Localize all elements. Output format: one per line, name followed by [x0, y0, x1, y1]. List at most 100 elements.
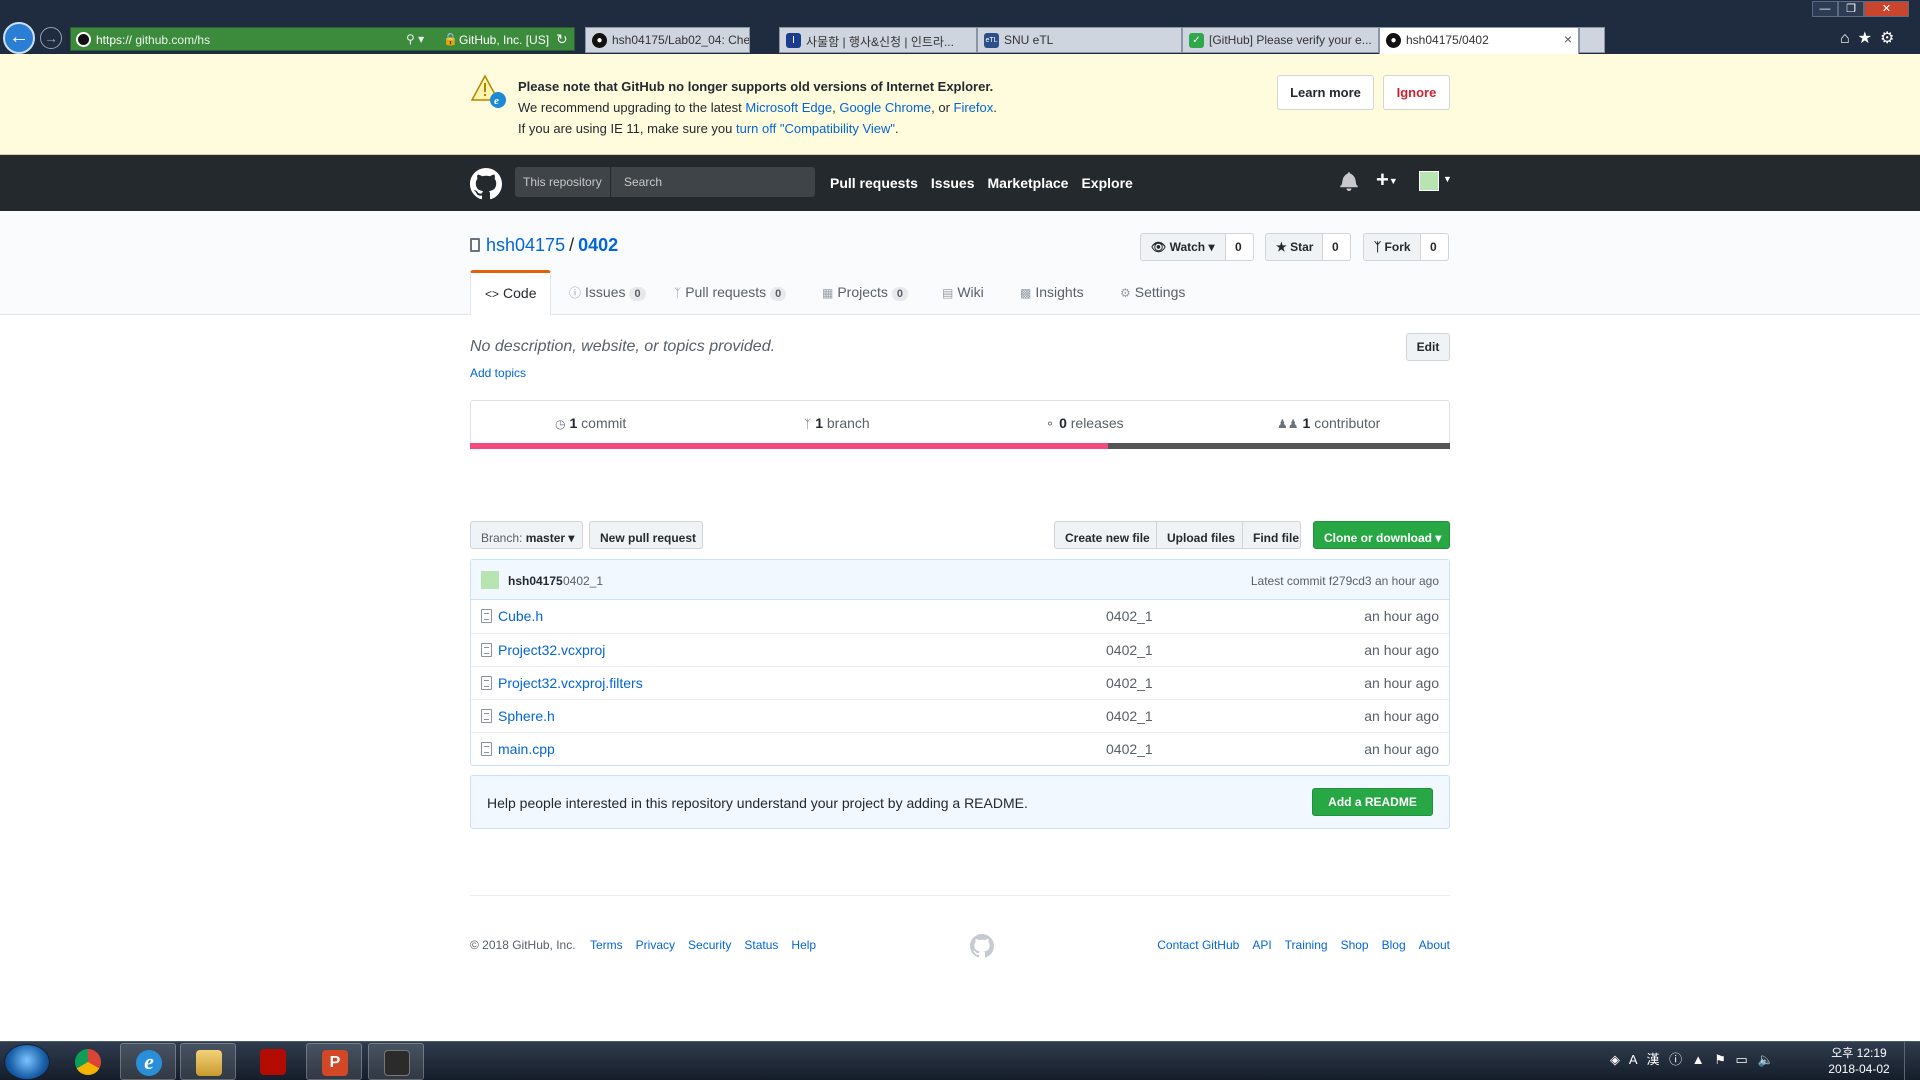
edit-description-button[interactable]: Edit — [1406, 333, 1450, 361]
tab-wiki[interactable]: ▤ Wiki — [942, 270, 984, 315]
gear-icon[interactable]: ⚙ — [1880, 30, 1902, 47]
github-mark-icon[interactable] — [970, 934, 994, 958]
minimize-icon[interactable]: — — [1812, 1, 1838, 17]
browser-tab[interactable]: I 사물함 | 행사&신청 | 인트라... — [779, 27, 977, 53]
certificate-label[interactable]: GitHub, Inc. [US] — [459, 33, 549, 47]
file-row[interactable]: Project32.vcxproj 0402_1 an hour ago — [471, 633, 1449, 666]
network-icon[interactable]: ▭ — [1736, 1052, 1751, 1067]
tab-insights[interactable]: ▩ Insights — [1020, 270, 1084, 315]
clone-download-button[interactable]: Clone or download ▾ — [1313, 521, 1450, 549]
nav-issues[interactable]: Issues — [931, 175, 975, 191]
github-logo-icon[interactable] — [470, 168, 502, 200]
fork-button[interactable]: ᛉ Fork — [1363, 233, 1421, 261]
firefox-link[interactable]: Firefox — [954, 100, 994, 115]
browser-tab[interactable]: ● hsh04175/Lab02_04: Check — [585, 27, 750, 53]
contributors-count[interactable]: ♟♟ 1 contributor — [1277, 415, 1380, 431]
create-new-dropdown[interactable]: +▼ — [1376, 167, 1398, 193]
star-count[interactable]: 0 — [1323, 233, 1351, 261]
commit-message-link[interactable]: 0402_1 — [563, 574, 603, 588]
branch-select-button[interactable]: Branch: master ▾ — [470, 521, 583, 549]
nav-marketplace[interactable]: Marketplace — [988, 175, 1069, 191]
fork-count[interactable]: 0 — [1421, 233, 1449, 261]
close-window-icon[interactable]: ✕ — [1864, 1, 1909, 17]
upload-files-button[interactable]: Upload files — [1156, 521, 1243, 549]
back-button[interactable]: ← — [3, 22, 35, 54]
notification-bell-icon[interactable] — [1340, 171, 1358, 191]
watch-button[interactable]: 👁 Watch ▾ — [1140, 233, 1226, 261]
nav-explore[interactable]: Explore — [1081, 175, 1132, 191]
volume-icon[interactable]: 🔈 — [1757, 1052, 1776, 1067]
tab-code[interactable]: <> Code — [470, 270, 552, 315]
favorites-star-icon[interactable]: ★ — [1858, 30, 1880, 47]
footer-link-shop[interactable]: Shop — [1341, 938, 1369, 952]
repo-owner-link[interactable]: hsh04175 — [486, 235, 565, 255]
footer-link-about[interactable]: About — [1419, 938, 1450, 952]
branches-count[interactable]: ᛉ1 branch — [804, 415, 870, 431]
file-row[interactable]: main.cpp 0402_1 an hour ago — [471, 732, 1449, 765]
search-dropdown-icon[interactable]: ⚲ ▾ — [406, 32, 424, 46]
releases-count[interactable]: ⚬ 0 releases — [1045, 415, 1124, 431]
file-commit-message[interactable]: 0402_1 — [1106, 608, 1153, 624]
taskbar-app-acrobat[interactable] — [245, 1043, 301, 1080]
file-commit-message[interactable]: 0402_1 — [1106, 708, 1153, 724]
system-clock[interactable]: 오후 12:19 2018-04-02 — [1820, 1045, 1898, 1077]
edge-link[interactable]: Microsoft Edge — [745, 100, 832, 115]
tab-projects[interactable]: ▦ Projects 0 — [822, 270, 909, 315]
maximize-icon[interactable]: ❐ — [1838, 1, 1864, 17]
commits-count[interactable]: ◷ 1 commit — [555, 415, 626, 431]
tray-expand-icon[interactable]: ▲ — [1692, 1052, 1708, 1067]
footer-link-status[interactable]: Status — [744, 938, 778, 952]
close-tab-icon[interactable]: × — [1564, 31, 1572, 47]
file-name-link[interactable]: Sphere.h — [498, 708, 555, 724]
repo-name-link[interactable]: 0402 — [578, 235, 618, 255]
create-new-file-button[interactable]: Create new file — [1054, 521, 1157, 549]
browser-tab[interactable]: eTL SNU eTL — [977, 27, 1182, 53]
chrome-link[interactable]: Google Chrome — [839, 100, 931, 115]
file-row[interactable]: Cube.h 0402_1 an hour ago — [471, 600, 1449, 633]
file-name-link[interactable]: Project32.vcxproj.filters — [498, 675, 643, 691]
footer-link-privacy[interactable]: Privacy — [636, 938, 675, 952]
file-commit-message[interactable]: 0402_1 — [1106, 675, 1153, 691]
tab-settings[interactable]: ⚙ Settings — [1120, 270, 1185, 315]
file-name-link[interactable]: main.cpp — [498, 741, 555, 757]
footer-link-help[interactable]: Help — [791, 938, 816, 952]
file-row[interactable]: Project32.vcxproj.filters 0402_1 an hour a… — [471, 666, 1449, 699]
browser-tab-active[interactable]: ● hsh04175/0402 × — [1379, 27, 1579, 54]
footer-link-security[interactable]: Security — [688, 938, 731, 952]
new-pull-request-button[interactable]: New pull request — [589, 521, 703, 549]
language-bar[interactable] — [470, 443, 1450, 449]
refresh-icon[interactable]: ↻ — [556, 31, 568, 48]
add-readme-button[interactable]: Add a README — [1312, 788, 1433, 816]
start-button[interactable] — [4, 1044, 50, 1080]
avatar[interactable] — [1419, 171, 1439, 191]
address-bar[interactable]: https:// github.com/hs ⚲ ▾ 🔒 GitHub, Inc… — [70, 27, 575, 51]
watch-count[interactable]: 0 — [1226, 233, 1254, 261]
taskbar-app-powerpoint[interactable]: P — [306, 1043, 362, 1080]
taskbar-app-explorer[interactable] — [180, 1043, 236, 1080]
footer-link-api[interactable]: API — [1252, 938, 1271, 952]
star-button[interactable]: ★ Star — [1265, 233, 1323, 261]
find-file-button[interactable]: Find file — [1242, 521, 1301, 549]
file-row[interactable]: Sphere.h 0402_1 an hour ago — [471, 699, 1449, 732]
footer-link-contact[interactable]: Contact GitHub — [1157, 938, 1239, 952]
taskbar-app-chrome[interactable] — [60, 1043, 116, 1080]
new-tab-button[interactable] — [1579, 27, 1605, 53]
search-input[interactable] — [616, 167, 815, 197]
file-name-link[interactable]: Cube.h — [498, 608, 543, 624]
commit-author-link[interactable]: hsh04175 — [508, 574, 563, 588]
learn-more-button[interactable]: Learn more — [1277, 75, 1374, 110]
footer-link-terms[interactable]: Terms — [590, 938, 623, 952]
nav-pull-requests[interactable]: Pull requests — [830, 175, 918, 191]
footer-link-training[interactable]: Training — [1285, 938, 1328, 952]
file-name-link[interactable]: Project32.vcxproj — [498, 642, 605, 658]
file-commit-message[interactable]: 0402_1 — [1106, 642, 1153, 658]
help-icon[interactable]: ⓘ — [1669, 1052, 1685, 1067]
tab-pull-requests[interactable]: ᛉ Pull requests 0 — [674, 270, 787, 315]
ime-indicator[interactable]: A 漢 — [1629, 1052, 1663, 1067]
ignore-button[interactable]: Ignore — [1383, 75, 1450, 110]
browser-tab[interactable]: ✓ [GitHub] Please verify your e... — [1182, 27, 1379, 53]
flag-icon[interactable]: ⚑ — [1714, 1052, 1729, 1067]
commit-sha-link[interactable]: f279cd3 — [1329, 574, 1372, 588]
compat-view-link[interactable]: turn off "Compatibility View" — [736, 121, 895, 136]
avatar[interactable] — [481, 571, 499, 589]
